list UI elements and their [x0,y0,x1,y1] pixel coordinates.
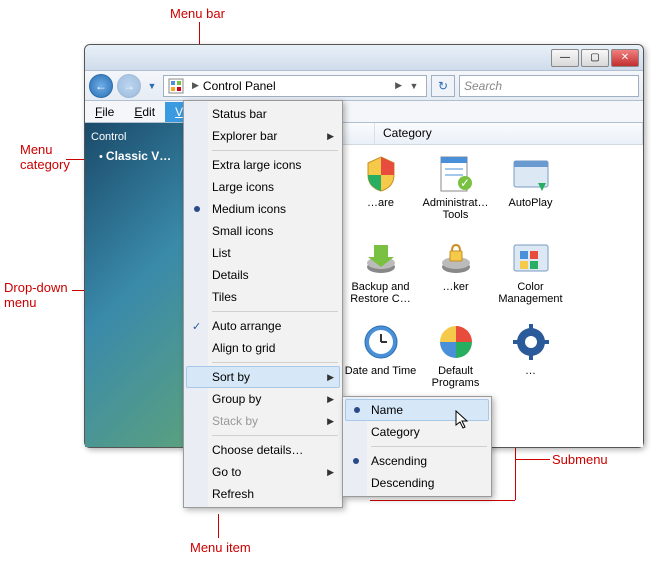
forward-button[interactable]: → [117,74,141,98]
menu-separator [212,435,338,436]
menu-item-go-to[interactable]: Go to▶ [186,461,340,483]
menu-separator [371,446,487,447]
list-item[interactable]: AutoPlay [493,153,568,233]
menu-item-choose-details[interactable]: Choose details… [186,439,340,461]
radio-icon [194,206,200,212]
annotation-line [370,500,515,501]
menu-item-group-by[interactable]: Group by▶ [186,388,340,410]
chevron-right-icon[interactable]: ▶ [188,80,203,91]
annotation-menu-item: Menu item [190,540,251,555]
menu-edit[interactable]: Edit [124,102,165,122]
refresh-button[interactable]: ↻ [431,75,455,97]
menu-item-details[interactable]: Details [186,264,340,286]
list-item[interactable]: Color Management [493,237,568,317]
item-label: Backup and Restore C… [343,281,418,305]
breadcrumb-dropdown[interactable]: ▼ [406,81,422,91]
control-panel-icon [168,78,184,94]
menu-item-small[interactable]: Small icons [186,220,340,242]
titlebar: — ▢ ✕ [85,45,643,71]
maximize-button[interactable]: ▢ [581,49,609,67]
chevron-right-icon: ▶ [327,467,334,478]
autoplay-icon [510,153,552,195]
item-label: …are [367,197,394,209]
close-button[interactable]: ✕ [611,49,639,67]
cursor-icon [455,410,471,430]
default-programs-icon [435,321,477,363]
breadcrumb[interactable]: ▶ Control Panel ▶ ▼ [163,75,427,97]
chevron-right-icon: ▶ [327,372,334,383]
annotation-menu-category: Menu category [20,142,70,172]
check-icon: ✓ [192,320,201,333]
backup-icon [360,237,402,279]
list-item[interactable]: Default Programs [418,321,493,401]
nav-history-dropdown[interactable]: ▼ [145,74,159,98]
chevron-right-icon[interactable]: ▶ [391,80,406,91]
explorer-window: — ▢ ✕ ← → ▼ ▶ Control Panel ▶ ▼ ↻ Search… [84,44,644,448]
menu-item-tiles[interactable]: Tiles [186,286,340,308]
menu-item-stack-by: Stack by▶ [186,410,340,432]
item-label: …ker [442,281,468,293]
menu-item-align-grid[interactable]: Align to grid [186,337,340,359]
menu-separator [212,362,338,363]
item-label: … [525,365,536,377]
item-label: Color Management [493,281,568,305]
menu-item-sort-by[interactable]: Sort by▶ [186,366,340,388]
shield-icon [360,153,402,195]
menu-item-extra-large[interactable]: Extra large icons [186,154,340,176]
list-item[interactable]: …are [343,153,418,233]
admin-tools-icon: ✓ [435,153,477,195]
item-label: Administrat… Tools [418,197,493,221]
radio-icon [353,458,359,464]
annotation-line [218,514,219,538]
color-management-icon [510,237,552,279]
menu-item-status-bar[interactable]: Status bar [186,103,340,125]
column-category[interactable]: Category [375,123,643,144]
list-item[interactable]: … [493,321,568,401]
breadcrumb-path[interactable]: Control Panel [203,79,391,93]
radio-icon [354,407,360,413]
menu-item-explorer-bar[interactable]: Explorer bar▶ [186,125,340,147]
search-input[interactable]: Search [459,75,639,97]
chevron-right-icon: ▶ [327,416,334,427]
view-dropdown-menu: Status bar Explorer bar▶ Extra large ico… [183,100,343,508]
menu-item-medium[interactable]: Medium icons [186,198,340,220]
submenu-item-ascending[interactable]: Ascending [345,450,489,472]
minimize-button[interactable]: — [551,49,579,67]
menu-item-large[interactable]: Large icons [186,176,340,198]
chevron-right-icon: ▶ [327,394,334,405]
back-button[interactable]: ← [89,74,113,98]
menu-bar: FFileile Edit View Tools Help [85,101,643,123]
clock-icon [360,321,402,363]
sidebar-heading: Control [91,131,179,143]
menu-item-refresh[interactable]: Refresh [186,483,340,505]
list-item[interactable]: Date and Time [343,321,418,401]
chevron-right-icon: ▶ [327,131,334,142]
menu-separator [212,311,338,312]
menu-item-auto-arrange[interactable]: ✓Auto arrange [186,315,340,337]
menu-file[interactable]: FFileile [85,102,124,122]
item-label: Date and Time [345,365,417,377]
annotation-menu-bar: Menu bar [170,6,225,21]
list-item[interactable]: …ker [418,237,493,317]
address-bar: ← → ▼ ▶ Control Panel ▶ ▼ ↻ Search [85,71,643,101]
bitlocker-icon [435,237,477,279]
gear-icon [510,321,552,363]
menu-item-list[interactable]: List [186,242,340,264]
item-label: Default Programs [418,365,493,389]
submenu-item-descending[interactable]: Descending [345,472,489,494]
sidebar-item-classic[interactable]: • Classic V… [91,149,179,163]
sidebar: Control • Classic V… [85,123,185,447]
list-item[interactable]: ✓ Administrat… Tools [418,153,493,233]
svg-text:✓: ✓ [459,176,469,190]
list-item[interactable]: Backup and Restore C… [343,237,418,317]
item-label: AutoPlay [508,197,552,209]
menu-separator [212,150,338,151]
annotation-dropdown-menu: Drop-down menu [4,280,68,310]
